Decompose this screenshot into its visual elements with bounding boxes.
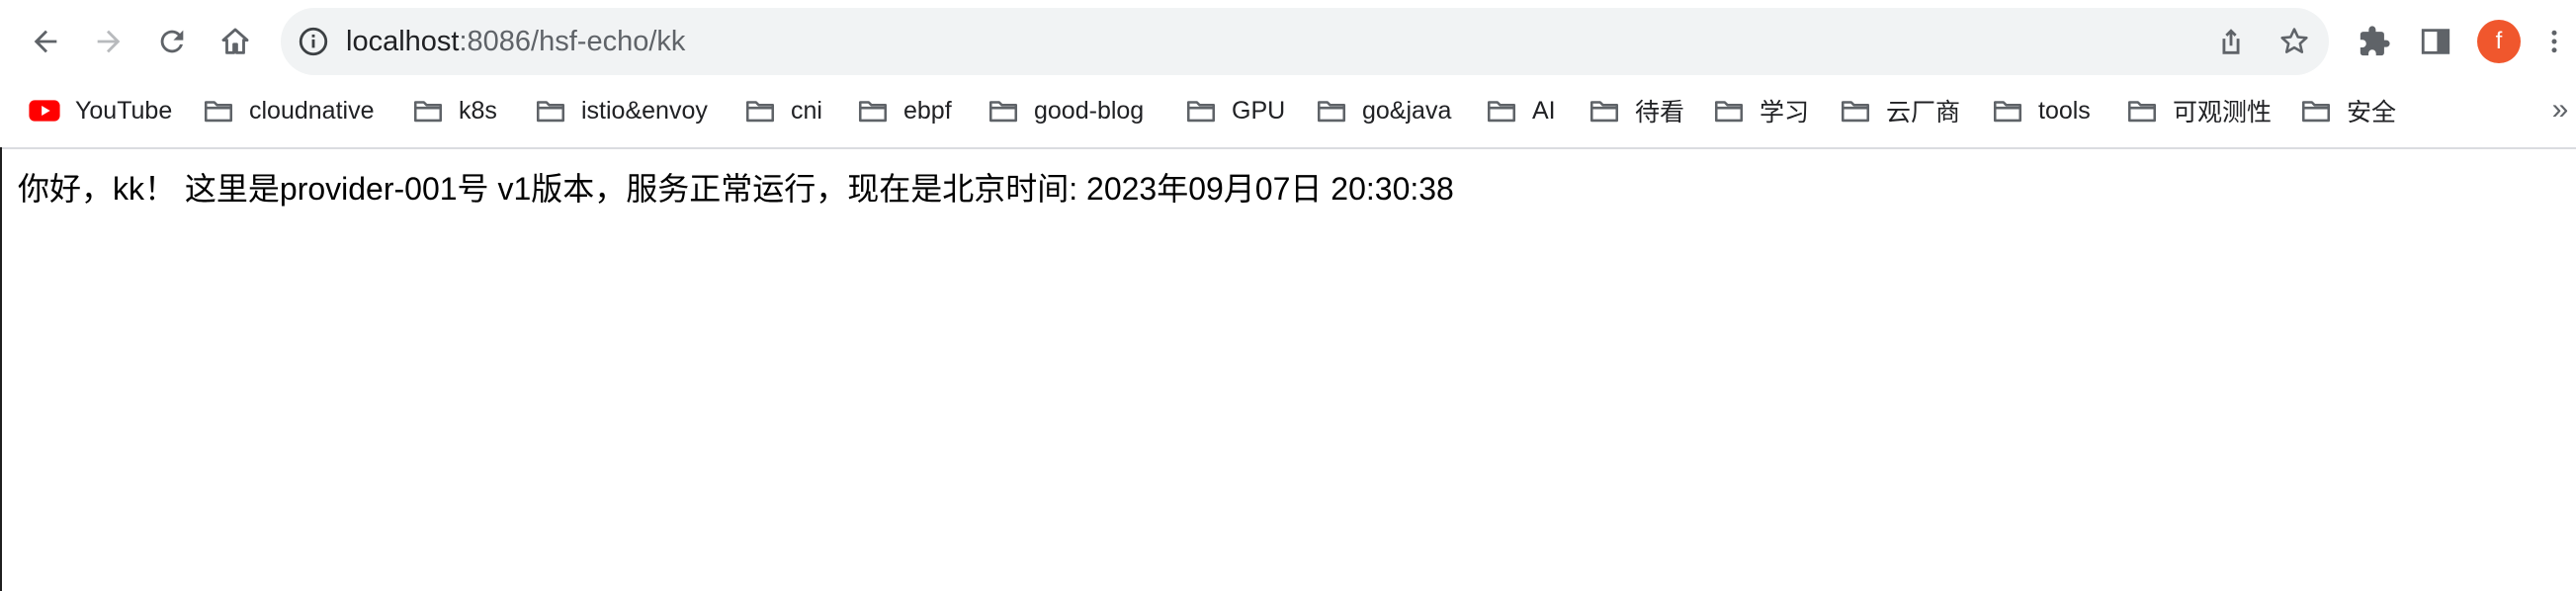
reload-icon bbox=[160, 30, 184, 53]
bookmark-label: 可观测性 bbox=[2173, 99, 2273, 127]
bookmark-folder[interactable]: AI bbox=[1485, 87, 1556, 134]
bookmark-folder[interactable]: good-blog bbox=[987, 87, 1144, 134]
bookmark-folder[interactable]: go&java bbox=[1315, 87, 1451, 134]
arrow-right-icon bbox=[97, 30, 121, 53]
bookmark-folder[interactable]: GPU bbox=[1184, 87, 1285, 134]
bookmark-folder[interactable]: k8s bbox=[411, 87, 497, 134]
bookmark-folder[interactable]: istio&envoy bbox=[534, 87, 708, 134]
browser-chrome: localhost:8086/hsf-echo/kk f YouTube clo… bbox=[0, 0, 2576, 149]
reload-button[interactable] bbox=[148, 18, 196, 65]
folder-icon bbox=[1714, 101, 1744, 123]
bookmark-folder[interactable]: tools bbox=[1991, 87, 2091, 134]
folder-icon bbox=[745, 101, 775, 123]
bookmark-label: AI bbox=[1532, 96, 1556, 125]
folder-icon bbox=[988, 101, 1018, 123]
bookmark-folder[interactable]: 安全 bbox=[2299, 87, 2396, 134]
folder-icon bbox=[1186, 101, 1216, 123]
bookmark-label: good-blog bbox=[1034, 96, 1145, 125]
bookmark-label: 学习 bbox=[1760, 99, 1810, 127]
folder-icon bbox=[1487, 101, 1516, 123]
bookmark-label: tools bbox=[2038, 96, 2091, 125]
side-panel-icon bbox=[2421, 29, 2450, 54]
menu-button[interactable] bbox=[2542, 20, 2566, 63]
bookmark-label: 安全 bbox=[2347, 99, 2397, 127]
bookmark-folder[interactable]: 可观测性 bbox=[2125, 87, 2272, 134]
extensions-button[interactable] bbox=[2353, 20, 2396, 63]
bookmark-label: YouTube bbox=[75, 96, 173, 125]
folder-icon bbox=[2301, 101, 2331, 123]
bookmarks-bar: YouTube cloudnative k8s istio&envoy cni … bbox=[0, 87, 2576, 134]
folder-icon bbox=[858, 101, 888, 123]
bookmark-youtube[interactable]: YouTube bbox=[28, 87, 172, 134]
bookmarks-overflow-button[interactable]: » bbox=[2548, 87, 2572, 134]
url-text[interactable]: localhost:8086/hsf-echo/kk bbox=[346, 8, 685, 75]
bookmark-label: cloudnative bbox=[249, 96, 375, 125]
bookmark-label: cni bbox=[791, 96, 822, 125]
bookmark-label: 待看 bbox=[1635, 99, 1685, 127]
bookmark-folder[interactable]: 待看 bbox=[1588, 87, 1684, 134]
window-edge bbox=[0, 147, 2, 591]
arrow-left-icon bbox=[34, 30, 57, 53]
folder-icon bbox=[1841, 101, 1870, 123]
folder-icon bbox=[413, 101, 443, 123]
home-button[interactable] bbox=[212, 18, 259, 65]
profile-avatar[interactable]: f bbox=[2477, 20, 2521, 63]
back-button[interactable] bbox=[22, 18, 69, 65]
url-host: localhost bbox=[346, 26, 460, 57]
folder-icon bbox=[204, 101, 233, 123]
bookmark-label: GPU bbox=[1232, 96, 1286, 125]
side-panel-button[interactable] bbox=[2414, 20, 2457, 63]
folder-icon bbox=[2127, 101, 2157, 123]
address-bar[interactable]: localhost:8086/hsf-echo/kk bbox=[281, 8, 2329, 75]
bookmark-folder[interactable]: 学习 bbox=[1712, 87, 1809, 134]
bookmark-folder[interactable]: 云厂商 bbox=[1839, 87, 1960, 134]
youtube-icon bbox=[29, 100, 60, 122]
folder-icon bbox=[1589, 101, 1619, 123]
page-message: 你好，kk！ 这里是provider-001号 v1版本，服务正常运行，现在是北… bbox=[18, 171, 1454, 207]
bookmark-folder[interactable]: ebpf bbox=[856, 87, 952, 134]
bookmark-label: ebpf bbox=[903, 96, 952, 125]
puzzle-icon bbox=[2360, 26, 2390, 56]
kebab-menu-icon bbox=[2551, 30, 2557, 53]
info-icon[interactable] bbox=[297, 25, 330, 58]
folder-icon bbox=[1993, 101, 2022, 123]
share-icon[interactable] bbox=[2214, 25, 2248, 58]
bookmark-label: go&java bbox=[1362, 96, 1452, 125]
bookmark-folder[interactable]: cni bbox=[743, 87, 822, 134]
star-icon[interactable] bbox=[2277, 25, 2311, 58]
folder-icon bbox=[536, 101, 565, 123]
folder-icon bbox=[1317, 101, 1346, 123]
bookmark-label: istio&envoy bbox=[581, 96, 708, 125]
url-path: :8086/hsf-echo/kk bbox=[459, 26, 686, 57]
bookmark-folder[interactable]: cloudnative bbox=[202, 87, 374, 134]
browser-toolbar: localhost:8086/hsf-echo/kk f bbox=[0, 0, 2576, 83]
home-icon bbox=[221, 28, 249, 54]
forward-button[interactable] bbox=[85, 18, 132, 65]
bookmark-label: k8s bbox=[459, 96, 497, 125]
bookmark-label: 云厂商 bbox=[1886, 99, 1961, 127]
